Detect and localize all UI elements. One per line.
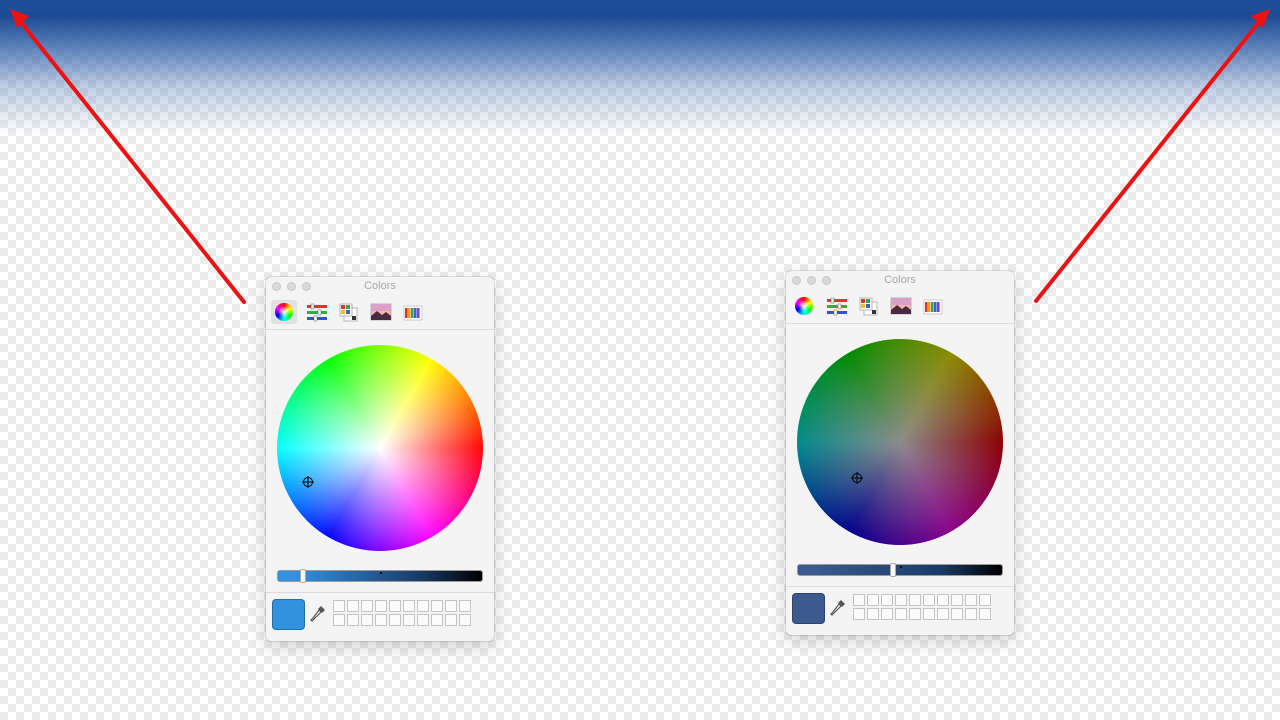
saved-color-slot[interactable] (895, 608, 907, 620)
saved-color-slot[interactable] (923, 608, 935, 620)
saved-color-slot[interactable] (445, 600, 457, 612)
tab-pencils[interactable] (919, 294, 945, 318)
image-palettes-icon (890, 297, 912, 315)
panel-titlebar[interactable]: Colors (266, 277, 494, 297)
palettes-icon (339, 303, 358, 322)
colors-panel-right: Colors (786, 271, 1014, 635)
annotation-arrows (10, 9, 1270, 304)
saved-color-slot[interactable] (389, 614, 401, 626)
saved-color-slot[interactable] (853, 608, 865, 620)
saved-color-slot[interactable] (347, 614, 359, 626)
colors-panel-left: Colors (266, 277, 494, 641)
saved-color-slot[interactable] (951, 608, 963, 620)
saved-color-slot[interactable] (923, 594, 935, 606)
tab-color-sliders[interactable] (303, 300, 329, 324)
saved-color-slot[interactable] (333, 614, 345, 626)
saved-color-slot[interactable] (965, 594, 977, 606)
saved-color-slot[interactable] (867, 594, 879, 606)
panel-footer (266, 592, 494, 641)
saved-color-slot[interactable] (937, 608, 949, 620)
current-color-swatch[interactable] (792, 593, 825, 624)
eyedropper-icon[interactable] (830, 599, 846, 617)
saved-color-slot[interactable] (417, 614, 429, 626)
left-red-arrow (14, 14, 246, 304)
saved-color-slot[interactable] (979, 608, 991, 620)
saved-colors-grid (853, 594, 991, 620)
sliders-icon (307, 303, 327, 322)
brightness-slider[interactable] (797, 563, 1003, 577)
saved-color-slot[interactable] (979, 594, 991, 606)
saved-color-slot[interactable] (867, 608, 879, 620)
tab-color-wheel[interactable] (791, 294, 817, 318)
panel-footer (786, 586, 1014, 635)
saved-color-slot[interactable] (347, 600, 359, 612)
panel-title: Colors (364, 280, 396, 292)
tab-color-wheel[interactable] (271, 300, 297, 324)
saved-color-slot[interactable] (361, 600, 373, 612)
saved-color-slot[interactable] (881, 594, 893, 606)
panel-title: Colors (884, 274, 916, 286)
pencils-icon (923, 299, 943, 315)
saved-color-slot[interactable] (951, 594, 963, 606)
wheel-crosshair-icon[interactable] (302, 476, 314, 488)
tab-color-palettes[interactable] (335, 300, 361, 324)
pencils-icon (403, 305, 423, 321)
saved-color-slot[interactable] (459, 614, 471, 626)
saved-color-slot[interactable] (853, 594, 865, 606)
brightness-slider-knob[interactable] (889, 563, 896, 577)
color-wheel-icon (795, 297, 813, 315)
saved-color-slot[interactable] (937, 594, 949, 606)
wheel-crosshair-icon[interactable] (851, 472, 863, 484)
saved-color-slot[interactable] (445, 614, 457, 626)
panel-toolbar (266, 297, 494, 330)
tab-color-palettes[interactable] (855, 294, 881, 318)
current-color-swatch[interactable] (272, 599, 305, 630)
saved-color-slot[interactable] (909, 594, 921, 606)
brightness-slider-knob[interactable] (299, 569, 306, 583)
panel-toolbar (786, 291, 1014, 324)
saved-color-slot[interactable] (403, 600, 415, 612)
right-arrow-head (1251, 9, 1270, 28)
tab-image-palettes[interactable] (887, 294, 913, 318)
saved-color-slot[interactable] (431, 600, 443, 612)
saved-color-slot[interactable] (459, 600, 471, 612)
tab-pencils[interactable] (399, 300, 425, 324)
saved-color-slot[interactable] (965, 608, 977, 620)
sliders-icon (827, 297, 847, 316)
saved-color-slot[interactable] (431, 614, 443, 626)
image-palettes-icon (370, 303, 392, 321)
color-wheel-icon (275, 303, 293, 321)
saved-colors-grid (333, 600, 471, 626)
saved-color-slot[interactable] (895, 594, 907, 606)
panel-titlebar[interactable]: Colors (786, 271, 1014, 291)
color-wheel[interactable] (277, 345, 483, 551)
saved-color-slot[interactable] (909, 608, 921, 620)
saved-color-slot[interactable] (417, 600, 429, 612)
eyedropper-icon[interactable] (310, 605, 326, 623)
saved-color-slot[interactable] (389, 600, 401, 612)
saved-color-slot[interactable] (375, 614, 387, 626)
saved-color-slot[interactable] (375, 600, 387, 612)
left-arrow-head (10, 9, 29, 28)
color-wheel[interactable] (797, 339, 1003, 545)
saved-color-slot[interactable] (333, 600, 345, 612)
palettes-icon (859, 297, 878, 316)
saved-color-slot[interactable] (881, 608, 893, 620)
tab-color-sliders[interactable] (823, 294, 849, 318)
brightness-slider[interactable] (277, 569, 483, 583)
saved-color-slot[interactable] (403, 614, 415, 626)
right-red-arrow (1034, 14, 1266, 303)
saved-color-slot[interactable] (361, 614, 373, 626)
tab-image-palettes[interactable] (367, 300, 393, 324)
